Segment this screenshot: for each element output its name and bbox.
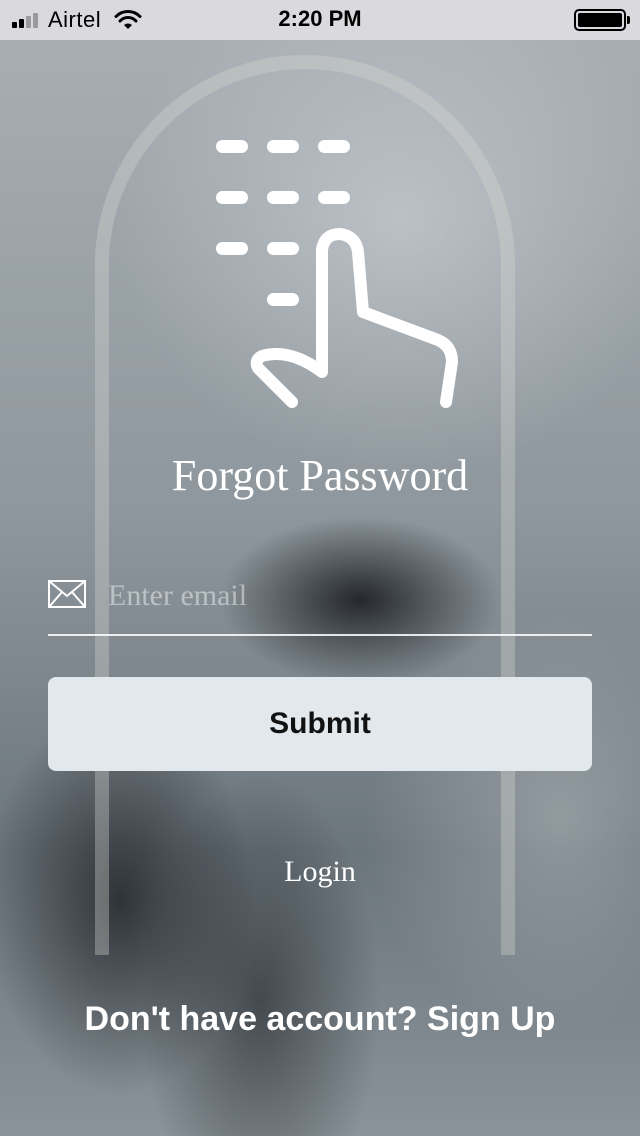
signup-link[interactable]: Sign Up [427,1000,555,1038]
battery-icon [574,9,626,31]
signup-row: Don't have account? Sign Up [0,1000,640,1039]
page-title: Forgot Password [171,451,469,500]
mail-icon [48,580,86,608]
status-bar: Airtel 2:20 PM [0,0,640,40]
email-field-row [48,566,592,636]
email-field[interactable] [108,566,592,626]
touch-keypad-icon [216,140,458,408]
login-link[interactable]: Login [0,855,640,889]
battery-tip [627,16,630,24]
status-time: 2:20 PM [278,6,362,31]
signup-prompt: Don't have account? [84,1000,418,1038]
submit-button[interactable]: Submit [48,677,592,771]
